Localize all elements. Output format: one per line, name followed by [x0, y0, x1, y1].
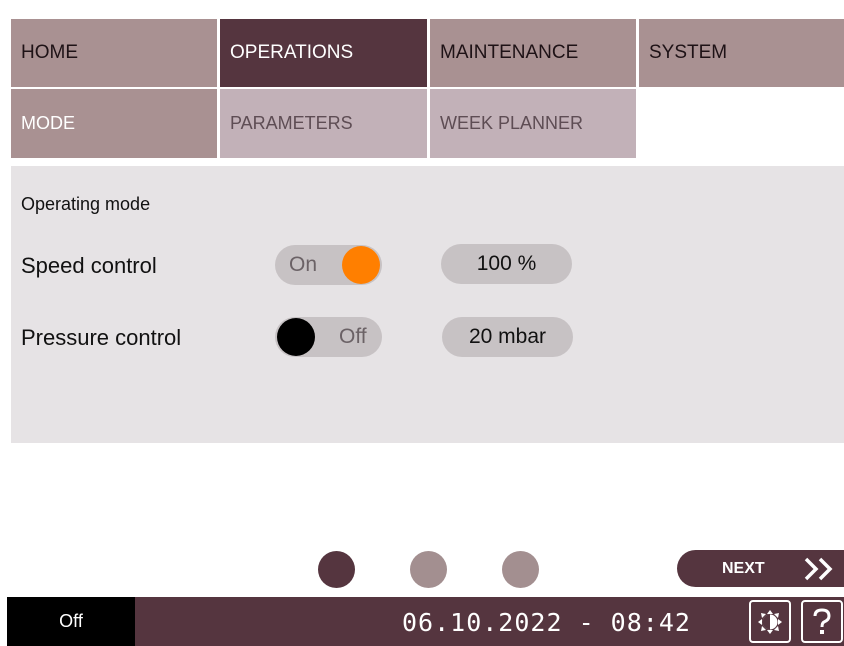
page-dot-1[interactable] — [318, 551, 355, 588]
tab-system[interactable]: SYSTEM — [639, 19, 844, 87]
tab-operations[interactable]: OPERATIONS — [220, 19, 427, 87]
next-button[interactable]: NEXT — [677, 550, 844, 587]
pressure-value-field[interactable]: 20 mbar — [442, 317, 573, 357]
speed-control-label: Speed control — [21, 253, 157, 278]
tab-maintenance[interactable]: MAINTENANCE — [430, 19, 636, 87]
subtab-week-planner-label: WEEK PLANNER — [440, 113, 584, 133]
page-dot-3[interactable] — [502, 551, 539, 588]
panel-title: Operating mode — [21, 194, 151, 214]
next-button-label: NEXT — [722, 559, 765, 577]
machine-state-label: Off — [59, 611, 83, 631]
help-icon — [813, 607, 831, 634]
speed-control-toggle-knob — [342, 246, 380, 284]
subtab-mode-label: MODE — [21, 113, 75, 133]
pressure-control-toggle-knob — [277, 318, 315, 356]
speed-control-toggle[interactable]: On — [275, 245, 382, 285]
speed-control-toggle-state: On — [289, 253, 318, 276]
tab-operations-label: OPERATIONS — [230, 42, 354, 63]
machine-state-indicator: Off — [7, 597, 135, 646]
speed-value-field[interactable]: 100 % — [441, 244, 572, 284]
subtab-parameters[interactable]: PARAMETERS — [220, 89, 427, 158]
tab-home[interactable]: HOME — [11, 19, 217, 87]
double-chevron-right-icon — [804, 557, 833, 581]
tab-maintenance-label: MAINTENANCE — [440, 42, 579, 63]
brightness-button[interactable] — [749, 600, 791, 643]
operating-mode-panel: Operating mode Speed control On 100 % Pr… — [11, 166, 844, 443]
brightness-icon — [758, 609, 782, 634]
tab-system-label: SYSTEM — [649, 42, 728, 63]
subtab-mode[interactable]: MODE — [11, 89, 217, 158]
tab-home-label: HOME — [21, 42, 78, 63]
pressure-control-toggle[interactable]: Off — [275, 317, 382, 357]
page-dot-2[interactable] — [410, 551, 447, 588]
pressure-control-toggle-state: Off — [339, 325, 367, 348]
subtab-week-planner[interactable]: WEEK PLANNER — [430, 89, 636, 158]
date-time-display: 06.10.2022 - 08:42 — [402, 608, 691, 637]
help-button[interactable] — [801, 600, 843, 643]
pressure-control-label: Pressure control — [21, 325, 182, 350]
subtab-parameters-label: PARAMETERS — [230, 113, 353, 133]
